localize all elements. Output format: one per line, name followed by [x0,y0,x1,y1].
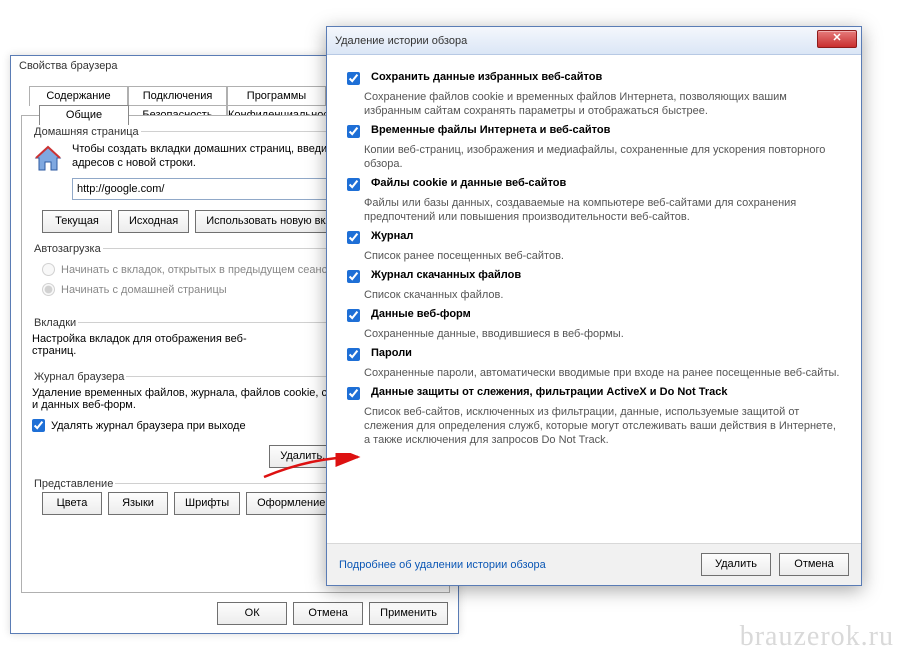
lbl-passwords: Пароли [371,347,412,364]
btn-lang[interactable]: Языки [108,492,168,515]
link-learn-more[interactable]: Подробнее об удалении истории обзора [339,559,546,571]
chk-history[interactable] [347,231,360,244]
desc-tracking: Список веб-сайтов, исключенных из фильтр… [364,405,845,447]
lbl-downloads: Журнал скачанных файлов [371,269,521,286]
btn-fonts[interactable]: Шрифты [174,492,240,515]
watermark: brauzerok.ru [740,621,894,653]
group-tabs-title: Вкладки [32,317,78,329]
lbl-temp-files: Временные файлы Интернета и веб-сайтов [371,124,610,141]
lbl-history: Журнал [371,230,413,247]
close-button[interactable]: ✕ [817,30,857,48]
desc-downloads: Список скачанных файлов. [364,288,845,302]
desc-cookies: Файлы или базы данных, создаваемые на ко… [364,196,845,224]
chk-delete-on-exit[interactable]: Удалять журнал браузера при выходе [32,419,246,432]
desc-temp-files: Копии веб-страниц, изображения и медиафа… [364,143,845,171]
desc-history: Список ранее посещенных веб-сайтов. [364,249,845,263]
chk-passwords[interactable] [347,348,360,361]
chk-keep-favorites[interactable] [347,72,360,85]
dialog-body: Сохранить данные избранных веб-сайтов Со… [327,55,861,585]
lbl-keep-favorites: Сохранить данные избранных веб-сайтов [371,71,602,88]
btn-ok[interactable]: ОК [217,602,287,625]
tab-programs[interactable]: Программы [227,86,326,106]
btn-front-delete[interactable]: Удалить [701,553,771,576]
dialog-footer: Подробнее об удалении истории обзора Уда… [327,543,861,585]
btn-current[interactable]: Текущая [42,210,112,233]
group-autoload-title: Автозагрузка [32,243,103,255]
group-appearance-title: Представление [32,478,115,490]
desc-keep-favorites: Сохранение файлов cookie и временных фай… [364,90,845,118]
group-history-title: Журнал браузера [32,371,126,383]
chk-cookies[interactable] [347,178,360,191]
tab-content[interactable]: Содержание [29,86,128,106]
btn-cancel[interactable]: Отмена [293,602,363,625]
lbl-form-data: Данные веб-форм [371,308,471,325]
lbl-cookies: Файлы cookie и данные веб-сайтов [371,177,566,194]
btn-colors[interactable]: Цвета [42,492,102,515]
tab-connections[interactable]: Подключения [128,86,227,106]
chk-temp-files[interactable] [347,125,360,138]
home-url-input[interactable] [72,178,352,200]
lbl-tracking: Данные защиты от слежения, фильтрации Ac… [371,386,727,403]
group-home-title: Домашняя страница [32,126,141,138]
home-icon [32,142,64,174]
radio-start-tabs[interactable]: Начинать с вкладок, открытых в предыдуще… [42,263,333,276]
dialog-title: Удаление истории обзора [335,35,467,47]
chk-form-data[interactable] [347,309,360,322]
btn-front-cancel[interactable]: Отмена [779,553,849,576]
close-icon: ✕ [832,32,841,44]
tabs-text: Настройка вкладок для отображения веб-ст… [32,333,282,357]
tab-general[interactable]: Общие [39,105,129,125]
desc-form-data: Сохраненные данные, вводившиеся в веб-фо… [364,327,845,341]
chk-tracking[interactable] [347,387,360,400]
desc-passwords: Сохраненные пароли, автоматически вводим… [364,366,845,380]
radio-start-home[interactable]: Начинать с домашней страницы [42,283,227,296]
btn-apply[interactable]: Применить [369,602,448,625]
btn-access[interactable]: Оформление [246,492,336,515]
btn-default[interactable]: Исходная [118,210,189,233]
chk-downloads[interactable] [347,270,360,283]
delete-history-dialog: Удаление истории обзора ✕ Сохранить данн… [326,26,862,586]
dialog-footer: ОК Отмена Применить [217,602,448,625]
